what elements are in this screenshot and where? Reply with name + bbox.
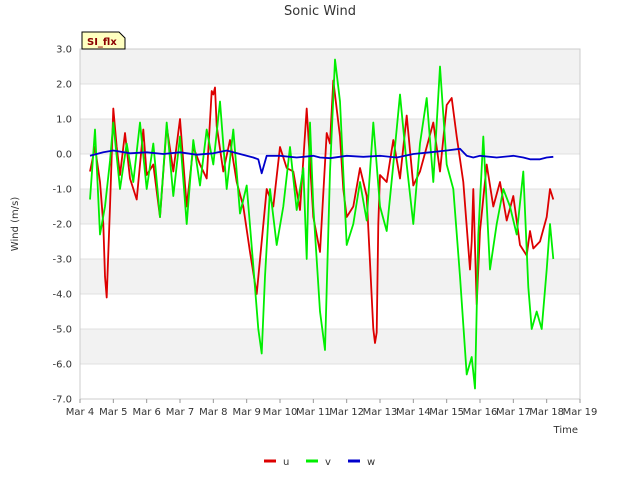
y-tick-label: -5.0 xyxy=(52,325,72,336)
legend-label-u: u xyxy=(283,457,289,468)
y-tick-label: 2.0 xyxy=(56,80,72,91)
legend-label-w: w xyxy=(367,457,375,468)
y-tick-label: -3.0 xyxy=(52,255,72,266)
x-tick-label: Mar 5 xyxy=(99,407,127,418)
x-tick-label: Mar 9 xyxy=(232,407,260,418)
x-tick-label: Mar 6 xyxy=(132,407,160,418)
y-tick-label: -1.0 xyxy=(52,185,72,196)
grid-band xyxy=(80,84,580,119)
x-tick-label: Mar 8 xyxy=(199,407,227,418)
badge-label: SI_flx xyxy=(87,37,117,48)
sonic-wind-chart: Sonic Wind 3.0 2.0 1.0 0.0 -1.0 -2.0 -3.0 -4.0 -… xyxy=(10,4,598,468)
x-tick-label: Mar 13 xyxy=(363,407,398,418)
x-tick-label: Mar 7 xyxy=(166,407,194,418)
grid-band xyxy=(80,364,580,399)
y-tick-label: -7.0 xyxy=(52,395,72,406)
x-tick-label: Mar 11 xyxy=(296,407,331,418)
x-tick-label: Mar 19 xyxy=(563,407,598,418)
y-tick-label: -2.0 xyxy=(52,220,72,231)
grid-band xyxy=(80,329,580,364)
x-tick-label: Mar 16 xyxy=(463,407,498,418)
y-tick-label: 1.0 xyxy=(56,115,72,126)
y-tick-label: 3.0 xyxy=(56,45,72,56)
y-tick-label: -6.0 xyxy=(52,360,72,371)
grid-band xyxy=(80,259,580,294)
legend-label-v: v xyxy=(325,457,331,468)
legend: u v w xyxy=(264,457,375,468)
grid-band xyxy=(80,224,580,259)
x-axis-label: Time xyxy=(553,425,578,436)
y-tick-labels: 3.0 2.0 1.0 0.0 -1.0 -2.0 -3.0 -4.0 -5.0 -6.0 -7.0 xyxy=(52,45,72,406)
x-tick-label: Mar 12 xyxy=(329,407,364,418)
x-tick-label: Mar 15 xyxy=(429,407,464,418)
x-tick-label: Mar 18 xyxy=(529,407,564,418)
x-tick-label: Mar 17 xyxy=(496,407,531,418)
y-tick-label: 0.0 xyxy=(56,150,72,161)
x-tick-label: Mar 4 xyxy=(66,407,94,418)
chart-title: Sonic Wind xyxy=(284,4,356,19)
y-axis-label: Wind (m/s) xyxy=(10,197,21,252)
site-badge: SI_flx xyxy=(81,31,126,50)
grid-band xyxy=(80,294,580,329)
x-tick-label: Mar 10 xyxy=(263,407,298,418)
x-tick-label: Mar 14 xyxy=(396,407,431,418)
x-tick-labels: Mar 4 Mar 5 Mar 6 Mar 7 Mar 8 Mar 9 Mar 10Mar … xyxy=(66,399,598,418)
grid-band xyxy=(80,49,580,84)
plot-bands xyxy=(80,48,580,400)
y-tick-label: -4.0 xyxy=(52,290,72,301)
